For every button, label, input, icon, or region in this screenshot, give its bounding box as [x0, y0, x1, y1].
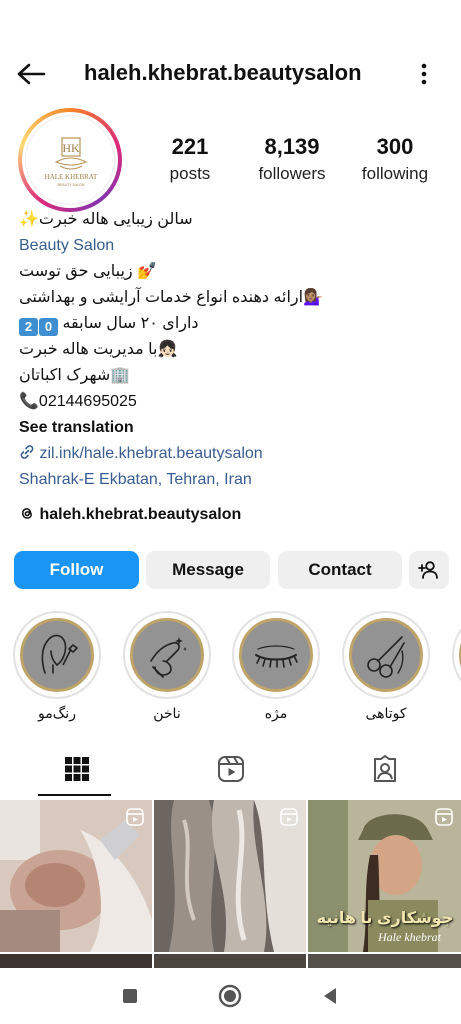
post-overlay-text: جوشکاری با هانیه — [316, 910, 454, 927]
tab-reels[interactable] — [154, 742, 307, 796]
back-arrow-icon[interactable] — [16, 62, 46, 86]
link-icon — [20, 445, 34, 459]
nail-icon — [150, 637, 187, 678]
system-navigation-bar — [0, 968, 461, 1024]
posts-stat: 221 posts — [150, 134, 230, 184]
bio-phone: 📞02144695025 — [19, 393, 137, 410]
bio-line: 👧🏻با مدیریت هاله خبرت — [19, 341, 178, 358]
followers-count: 8,139 — [264, 134, 320, 159]
bio-name: سالن زیبایی هاله خبرت✨ — [19, 211, 193, 228]
tab-posts[interactable] — [0, 742, 153, 796]
reels-icon — [280, 808, 298, 826]
reels-icon — [126, 808, 144, 826]
svg-text:HALE KHEBRAT: HALE KHEBRAT — [45, 173, 98, 181]
reels-icon — [435, 808, 453, 826]
highlight-partial[interactable] — [452, 611, 461, 699]
suggest-users-button[interactable] — [409, 551, 449, 589]
bio-link[interactable]: zil.ink/hale.khebrat.beautysalon — [19, 441, 449, 467]
svg-text:BEAUTY SALON: BEAUTY SALON — [58, 183, 85, 187]
home-icon[interactable] — [216, 982, 244, 1010]
see-translation-link[interactable]: See translation — [19, 419, 134, 436]
more-options-icon[interactable] — [412, 60, 436, 88]
following-stat[interactable]: 300 following — [352, 134, 438, 184]
recent-apps-icon[interactable] — [116, 982, 144, 1010]
post-thumbnail[interactable] — [154, 800, 306, 952]
highlight-nail[interactable]: ناخن — [123, 611, 211, 722]
threads-icon — [22, 508, 32, 519]
story-ring[interactable]: HK HALE KHEBRAT BEAUTY SALON — [18, 108, 122, 212]
contact-button[interactable]: Contact — [278, 551, 402, 589]
active-tab-indicator — [38, 794, 111, 796]
highlight-eyelash[interactable]: مژه — [232, 611, 320, 722]
bio-category: Beauty Salon — [19, 237, 115, 254]
back-nav-icon[interactable] — [316, 982, 344, 1010]
tagged-icon — [373, 755, 396, 782]
highlight-label: کوتاهی — [365, 705, 407, 721]
grid-icon — [64, 757, 89, 781]
reels-icon — [217, 756, 244, 782]
post-thumbnail[interactable]: جوشکاری با هانیه Hale khebrat — [308, 800, 461, 952]
svg-text:HK: HK — [62, 141, 80, 155]
bio-line: 🏢شهرک اکباتان — [19, 367, 131, 384]
followers-label: followers — [258, 164, 326, 183]
message-button[interactable]: Message — [146, 551, 270, 589]
top-bar: haleh.khebrat.beautysalon — [0, 48, 461, 100]
bio: سالن زیبایی هاله خبرت✨ Beauty Salon 💅 زی… — [19, 207, 449, 493]
highlight-hair-color[interactable]: رنگ‌مو — [13, 611, 101, 722]
following-count: 300 — [376, 134, 414, 159]
highlight-haircut[interactable]: کوتاهی — [342, 611, 430, 722]
post-thumbnail[interactable] — [0, 800, 152, 952]
salon-logo-icon: HK HALE KHEBRAT BEAUTY SALON — [45, 137, 98, 187]
tab-tagged[interactable] — [308, 742, 461, 796]
profile-tabs — [0, 742, 461, 796]
threads-handle: haleh.khebrat.beautysalon — [39, 506, 242, 523]
threads-badge[interactable]: haleh.khebrat.beautysalon — [19, 505, 241, 531]
highlight-label: مژه — [264, 705, 288, 721]
post-overlay-subtext: Hale khebrat — [378, 930, 441, 944]
bio-line: 💅 زیبایی حق توست — [19, 263, 157, 280]
bio-line: دارای ۲۰ سال سابقه — [62, 315, 199, 332]
bio-link-text: zil.ink/hale.khebrat.beautysalon — [39, 445, 263, 462]
posts-count: 221 — [171, 134, 209, 159]
posts-label: posts — [169, 164, 211, 183]
highlight-label: رنگ‌مو — [38, 705, 76, 721]
hair-color-icon — [41, 634, 78, 674]
bio-location[interactable]: Shahrak-E Ekbatan, Tehran, Iran — [19, 471, 252, 488]
following-label: following — [361, 164, 429, 183]
add-user-icon — [418, 561, 438, 579]
avatar[interactable]: HK HALE KHEBRAT BEAUTY SALON — [25, 115, 115, 205]
followers-stat[interactable]: 8,139 followers — [246, 134, 338, 184]
scissors-icon — [367, 636, 405, 678]
eyelash-icon — [255, 645, 298, 668]
highlight-label: ناخن — [153, 705, 181, 721]
bio-line: 💁🏽‍♀️ارائه دهنده انواع خدمات آرایشی و به… — [19, 289, 324, 306]
follow-button[interactable]: Follow — [14, 551, 139, 589]
profile-username: haleh.khebrat.beautysalon — [84, 60, 362, 85]
